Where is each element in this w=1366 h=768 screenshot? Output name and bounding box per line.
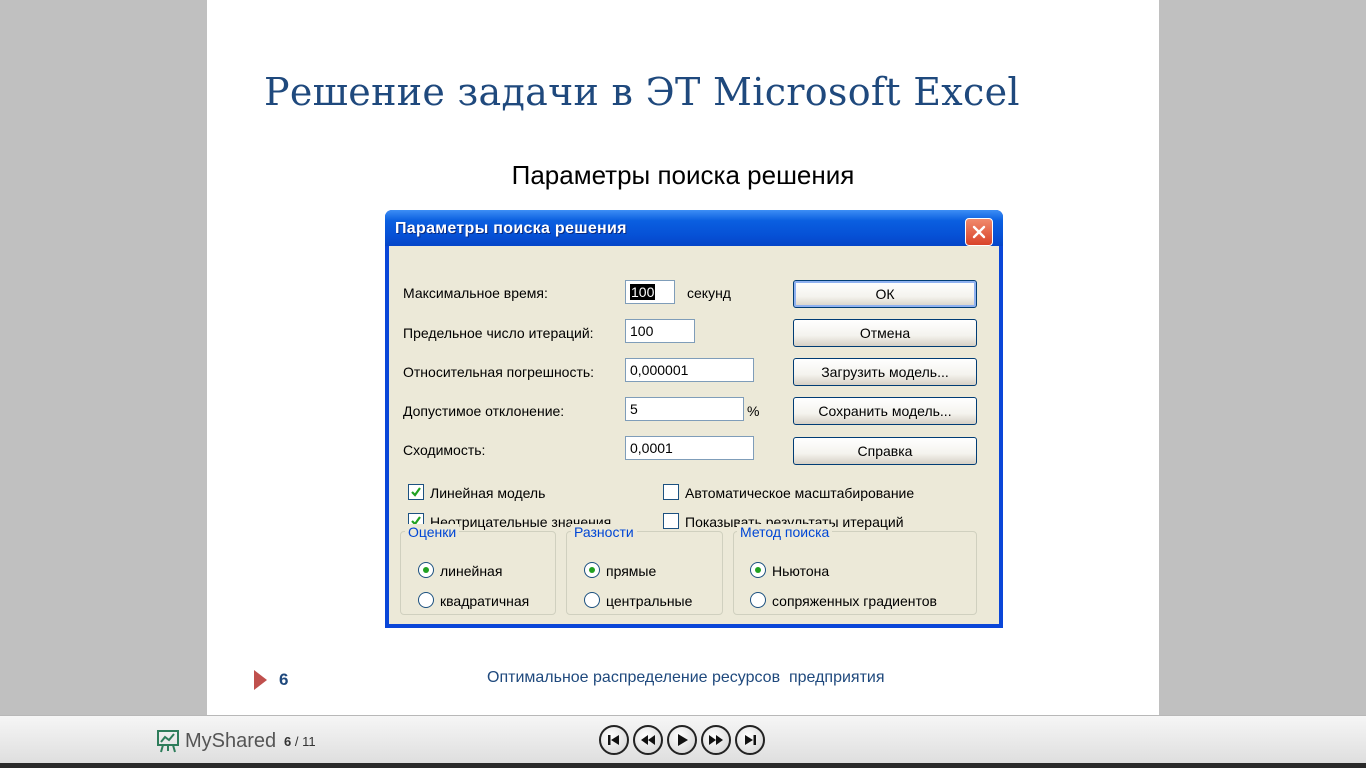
footer-arrow-icon bbox=[254, 670, 267, 690]
search-conjugate-radio[interactable] bbox=[750, 592, 766, 608]
dialog-titlebar[interactable]: Параметры поиска решения bbox=[385, 210, 1003, 246]
dialog-title: Параметры поиска решения bbox=[395, 220, 627, 237]
save-model-button[interactable]: Сохранить модель... bbox=[793, 397, 977, 425]
radio-selected-dot bbox=[423, 567, 429, 573]
derivatives-forward-label: прямые bbox=[606, 563, 657, 579]
derivatives-central-label: центральные bbox=[606, 593, 693, 609]
slide-page-number: 6 bbox=[279, 670, 289, 689]
fast-forward-icon bbox=[709, 735, 723, 745]
linear-model-label: Линейная модель bbox=[430, 485, 546, 501]
page-counter: 6 / 11 bbox=[284, 734, 316, 749]
derivatives-central-radio[interactable] bbox=[584, 592, 600, 608]
iterations-input[interactable]: 100 bbox=[625, 319, 695, 343]
precision-input[interactable]: 0,000001 bbox=[625, 358, 754, 382]
auto-scaling-label: Автоматическое масштабирование bbox=[685, 485, 915, 501]
myshared-logo-text[interactable]: MyShared bbox=[185, 730, 276, 753]
last-slide-button[interactable] bbox=[735, 725, 765, 755]
max-time-input[interactable]: 100 bbox=[625, 280, 675, 304]
help-button[interactable]: Справка bbox=[793, 437, 977, 465]
cancel-button[interactable]: Отмена bbox=[793, 319, 977, 347]
estimates-linear-radio[interactable] bbox=[418, 562, 434, 578]
window-bottom-edge bbox=[0, 763, 1366, 768]
estimates-group-title: Оценки bbox=[405, 524, 460, 540]
play-icon bbox=[678, 734, 688, 746]
ok-button[interactable]: ОК bbox=[793, 280, 977, 308]
slide-title: Решение задачи в ЭТ Microsoft Excel bbox=[264, 70, 1020, 114]
previous-slide-button[interactable] bbox=[633, 725, 663, 755]
search-method-group-title: Метод поиска bbox=[737, 524, 833, 540]
myshared-logo-icon bbox=[157, 730, 179, 753]
derivatives-group-title: Разности bbox=[571, 524, 637, 540]
tolerance-label: Допустимое отклонение: bbox=[403, 403, 565, 419]
solver-options-dialog: Параметры поиска решения Максимальное вр… bbox=[385, 210, 1003, 628]
rewind-icon bbox=[641, 735, 655, 745]
skip-first-icon bbox=[608, 735, 619, 745]
linear-model-checkbox[interactable] bbox=[408, 484, 424, 500]
search-conjugate-label: сопряженных градиентов bbox=[772, 593, 937, 609]
close-button[interactable] bbox=[965, 218, 993, 246]
total-pages: 11 bbox=[302, 734, 316, 749]
auto-scaling-checkbox[interactable] bbox=[663, 484, 679, 500]
search-newton-radio[interactable] bbox=[750, 562, 766, 578]
estimates-linear-label: линейная bbox=[440, 563, 503, 579]
viewer-toolbar: MyShared 6 / 11 bbox=[0, 715, 1366, 768]
slide-footer-text: Оптимальное распределение ресурсов предп… bbox=[487, 669, 885, 686]
iterations-label: Предельное число итераций: bbox=[403, 325, 594, 341]
close-icon bbox=[972, 225, 986, 239]
max-time-label: Максимальное время: bbox=[403, 285, 548, 301]
max-time-unit: секунд bbox=[687, 285, 731, 301]
tolerance-unit: % bbox=[747, 403, 760, 419]
slide-subtitle: Параметры поиска решения bbox=[511, 160, 855, 190]
check-icon bbox=[411, 487, 421, 497]
first-slide-button[interactable] bbox=[599, 725, 629, 755]
convergence-input[interactable]: 0,0001 bbox=[625, 436, 754, 460]
max-time-value: 100 bbox=[630, 284, 656, 300]
convergence-label: Сходимость: bbox=[403, 442, 486, 458]
radio-selected-dot bbox=[589, 567, 595, 573]
show-iterations-checkbox[interactable] bbox=[663, 513, 679, 529]
tolerance-input[interactable]: 5 bbox=[625, 397, 744, 421]
estimates-quadratic-label: квадратичная bbox=[440, 593, 530, 609]
play-button[interactable] bbox=[667, 725, 697, 755]
estimates-quadratic-radio[interactable] bbox=[418, 592, 434, 608]
current-page: 6 bbox=[284, 734, 292, 749]
next-slide-button[interactable] bbox=[701, 725, 731, 755]
precision-label: Относительная погрешность: bbox=[403, 364, 595, 380]
skip-last-icon bbox=[745, 735, 756, 745]
dialog-client-area: Максимальное время: 100 секунд Предельно… bbox=[389, 246, 999, 624]
search-newton-label: Ньютона bbox=[772, 563, 830, 579]
derivatives-forward-radio[interactable] bbox=[584, 562, 600, 578]
load-model-button[interactable]: Загрузить модель... bbox=[793, 358, 977, 386]
radio-selected-dot bbox=[755, 567, 761, 573]
